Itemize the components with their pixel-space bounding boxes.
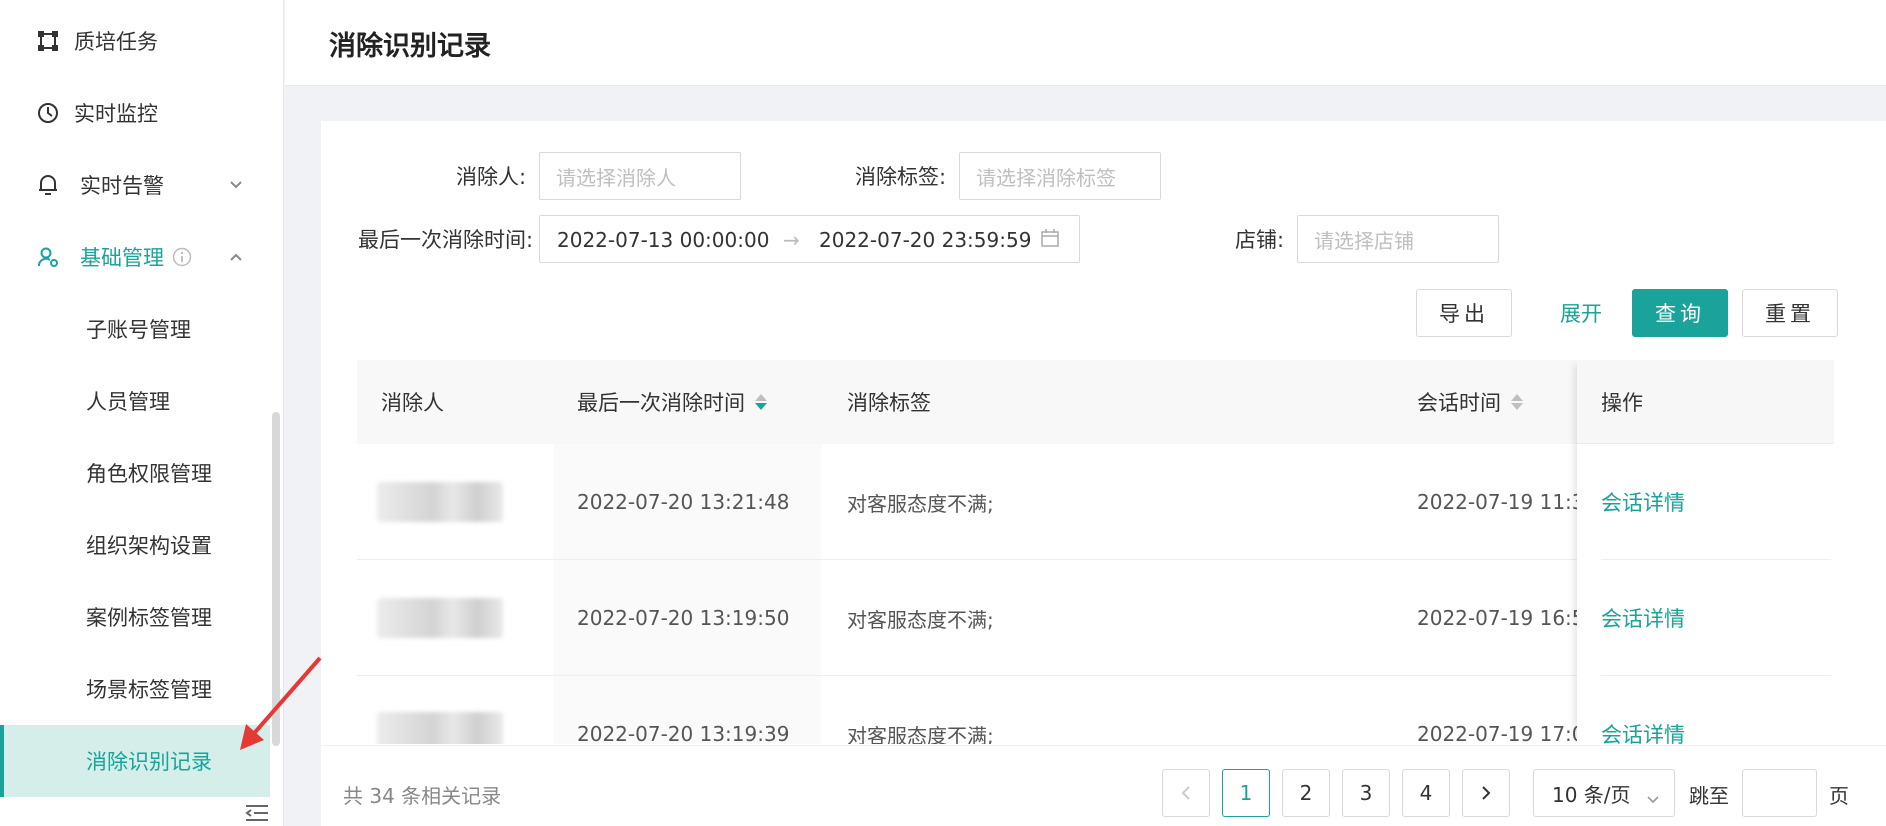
eliminator-label: 消除人: xyxy=(456,165,527,189)
chevron-down-icon xyxy=(226,175,246,195)
time-start: 2022-07-13 00:00:00 xyxy=(557,228,770,252)
link-label[interactable]: 会话详情 xyxy=(1601,603,1685,633)
sidebar-item-org-structure[interactable]: 组织架构设置 xyxy=(0,509,270,581)
session-detail-link[interactable]: 会话详情 xyxy=(1601,676,1831,744)
cell-session-time: 2022-07-19 16:50 xyxy=(1417,606,1598,630)
shop-label: 店铺: xyxy=(1235,228,1285,252)
page-size-select[interactable]: 10 条/页 xyxy=(1533,769,1675,817)
redacted-name xyxy=(377,712,503,744)
cell-tag: 对客服态度不满; xyxy=(847,723,994,745)
total-count: 共 34 条相关记录 xyxy=(343,784,502,808)
cell-tag: 对客服态度不满; xyxy=(847,607,994,632)
calendar-icon xyxy=(1040,228,1062,250)
sidebar-item-label: 消除识别记录 xyxy=(86,750,212,774)
sidebar-item-label: 人员管理 xyxy=(86,390,170,414)
sidebar-item-label: 角色权限管理 xyxy=(86,462,212,486)
range-arrow-icon: → xyxy=(783,228,800,252)
sidebar-item-case-tag[interactable]: 案例标签管理 xyxy=(0,581,270,653)
page-header: 消除识别记录 xyxy=(285,0,1886,86)
cell-last-time: 2022-07-20 13:19:39 xyxy=(577,722,790,744)
sidebar-item-role-permission[interactable]: 角色权限管理 xyxy=(0,437,270,509)
prev-page-button[interactable] xyxy=(1162,769,1210,817)
th-tag: 消除标签 xyxy=(847,391,931,415)
page-button-1[interactable]: 1 xyxy=(1222,769,1270,817)
cell-last-time: 2022-07-20 13:19:50 xyxy=(577,606,790,630)
session-detail-link[interactable]: 会话详情 xyxy=(1601,444,1831,560)
sidebar-item-realtime-alert[interactable]: 实时告警 xyxy=(0,149,283,221)
redacted-name xyxy=(377,598,503,638)
page-button-2[interactable]: 2 xyxy=(1282,769,1330,817)
sidebar-item-quality-task[interactable]: 质培任务 xyxy=(0,5,283,77)
cell-session-time: 2022-07-19 17:04 xyxy=(1417,722,1598,744)
th-label: 最后一次消除时间 xyxy=(577,391,745,415)
collapse-menu-icon[interactable] xyxy=(244,802,270,824)
query-button[interactable]: 查询 xyxy=(1632,289,1728,337)
cell-last-time: 2022-07-20 13:21:48 xyxy=(577,490,790,514)
sidebar-item-label: 案例标签管理 xyxy=(86,606,212,630)
page-title: 消除识别记录 xyxy=(329,31,491,62)
export-button[interactable]: 导出 xyxy=(1416,289,1512,337)
expand-button[interactable]: 展开 xyxy=(1533,289,1629,337)
jump-page-input[interactable] xyxy=(1742,769,1817,817)
eliminator-select[interactable]: 请选择消除人 xyxy=(539,152,741,200)
sidebar-item-scene-tag[interactable]: 场景标签管理 xyxy=(0,653,270,725)
chevron-right-icon xyxy=(1482,786,1491,800)
time-end: 2022-07-20 23:59:59 xyxy=(819,228,1032,252)
cell-tag: 对客服态度不满; xyxy=(847,491,994,516)
th-last-time[interactable]: 最后一次消除时间 xyxy=(577,360,767,444)
redacted-name xyxy=(377,482,503,522)
sidebar-item-realtime-monitor[interactable]: 实时监控 xyxy=(0,77,283,149)
sidebar-item-label: 质培任务 xyxy=(74,30,158,54)
frame-icon xyxy=(36,29,60,53)
next-page-button[interactable] xyxy=(1462,769,1510,817)
user-settings-icon xyxy=(36,245,60,269)
chevron-up-icon xyxy=(226,247,246,267)
page-button-4[interactable]: 4 xyxy=(1402,769,1450,817)
tag-select[interactable]: 请选择消除标签 xyxy=(959,152,1161,200)
sidebar-item-label: 实时告警 xyxy=(80,174,164,198)
sidebar-item-label: 组织架构设置 xyxy=(86,534,212,558)
th-action: 操作 xyxy=(1601,391,1643,415)
cell-session-time: 2022-07-19 11:38 xyxy=(1417,490,1598,514)
sidebar-item-basic-management[interactable]: 基础管理 xyxy=(0,221,283,293)
shop-select[interactable]: 请选择店铺 xyxy=(1297,215,1499,263)
page-button-3[interactable]: 3 xyxy=(1342,769,1390,817)
clock-icon xyxy=(36,101,60,125)
th-label: 会话时间 xyxy=(1417,391,1501,415)
sidebar-item-elimination-record[interactable]: 消除识别记录 xyxy=(0,725,270,797)
time-range-picker[interactable]: 2022-07-13 00:00:00 → 2022-07-20 23:59:5… xyxy=(539,215,1080,263)
link-label[interactable]: 会话详情 xyxy=(1601,719,1685,744)
sidebar-item-label: 子账号管理 xyxy=(86,318,191,342)
page-unit-label: 页 xyxy=(1829,784,1849,808)
jump-label: 跳至 xyxy=(1689,784,1729,808)
sidebar-item-label: 实时监控 xyxy=(74,102,158,126)
link-label[interactable]: 会话详情 xyxy=(1601,487,1685,517)
fixed-action-column: 操作 会话详情 会话详情 会话详情 xyxy=(1577,360,1834,744)
sidebar-item-label: 基础管理 xyxy=(80,246,164,270)
session-detail-link[interactable]: 会话详情 xyxy=(1601,560,1831,676)
sidebar-item-label: 场景标签管理 xyxy=(86,678,212,702)
info-icon xyxy=(172,247,192,267)
annotation-arrow-icon xyxy=(240,656,322,750)
bell-icon xyxy=(36,173,60,197)
th-session-time[interactable]: 会话时间 xyxy=(1417,360,1523,444)
sort-icon[interactable] xyxy=(1511,394,1523,410)
page-size-value: 10 条/页 xyxy=(1552,782,1631,807)
records-table: 消除人 最后一次消除时间 消除标签 会话时间 2022-07-20 13:21:… xyxy=(357,360,1834,744)
chevron-down-icon xyxy=(1646,786,1660,810)
pagination-bar: 共 34 条相关记录 1 2 3 4 10 条/页 跳至 页 xyxy=(321,745,1886,826)
time-label: 最后一次消除时间: xyxy=(358,228,534,252)
chevron-left-icon xyxy=(1181,786,1190,800)
sidebar-item-sub-account[interactable]: 子账号管理 xyxy=(0,293,270,365)
sort-icon[interactable] xyxy=(755,394,767,410)
sidebar-item-personnel[interactable]: 人员管理 xyxy=(0,365,270,437)
th-eliminator: 消除人 xyxy=(381,391,444,415)
tag-label: 消除标签: xyxy=(855,165,947,189)
main-panel: 消除人: 请选择消除人 消除标签: 请选择消除标签 最后一次消除时间: 2022… xyxy=(321,121,1886,826)
reset-button[interactable]: 重置 xyxy=(1742,289,1838,337)
